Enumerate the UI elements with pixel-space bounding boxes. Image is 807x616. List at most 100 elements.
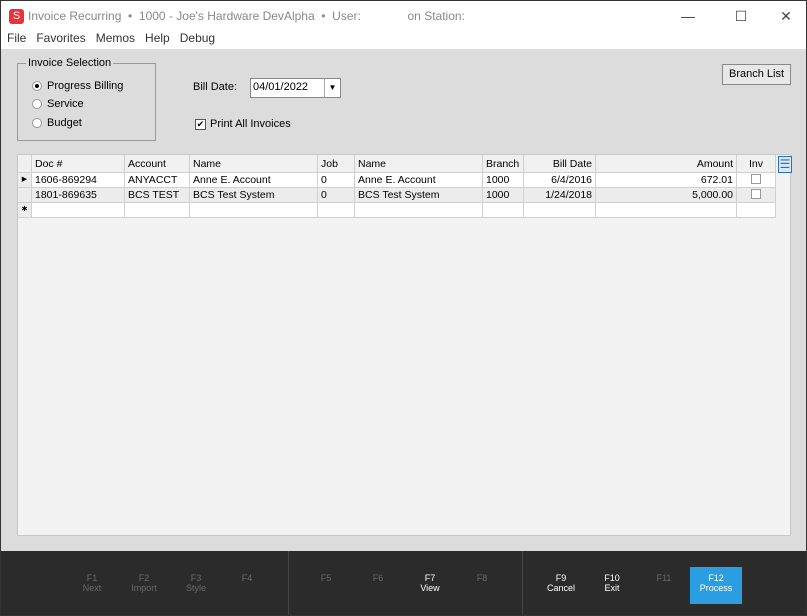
branch-list-button[interactable]: Branch List: [722, 64, 791, 85]
col-inv[interactable]: Inv: [737, 155, 776, 173]
cell-job: 0: [318, 173, 355, 188]
table-row[interactable]: ▶ 1606-869294 ANYACCT Anne E. Account 0 …: [18, 173, 776, 188]
f5-button[interactable]: F5: [300, 573, 352, 583]
fkey-text: F5: [320, 573, 332, 583]
col-job[interactable]: Job: [318, 155, 355, 173]
col-account[interactable]: Account: [125, 155, 190, 173]
maximize-button[interactable]: ☐: [728, 5, 754, 27]
col-job-name[interactable]: Name: [355, 155, 483, 173]
fkey-text: Next: [82, 583, 102, 593]
f3-style-button[interactable]: F3 Style: [170, 573, 222, 593]
radio-icon: [32, 99, 42, 109]
grid-column-menu-icon[interactable]: ☰: [778, 156, 792, 173]
f10-exit-button[interactable]: F10 Exit: [586, 573, 638, 593]
fkey-text: Process: [699, 583, 733, 593]
cell-job: 0: [318, 188, 355, 203]
cell-amount: 672.01: [596, 173, 737, 188]
f9-cancel-button[interactable]: F9 Cancel: [535, 573, 587, 593]
new-row-icon: ✱: [18, 203, 32, 218]
radio-service[interactable]: Service: [32, 98, 84, 110]
table-row[interactable]: 1801-869635 BCS TEST BCS Test System 0 B…: [18, 188, 776, 203]
f7-view-button[interactable]: F7 View: [404, 573, 456, 593]
print-all-invoices-checkbox[interactable]: ✔ Print All Invoices: [195, 118, 291, 130]
cell-doc: 1606-869294: [32, 173, 125, 188]
radio-icon: [32, 118, 42, 128]
f2-import-button[interactable]: F2 Import: [118, 573, 170, 593]
f4-button[interactable]: F4: [221, 573, 273, 583]
cell-name: Anne E. Account: [190, 173, 318, 188]
fkey-text: Cancel: [546, 583, 575, 593]
bill-date-label: Bill Date:: [193, 81, 238, 93]
cell-bill-date: 6/4/2016: [524, 173, 596, 188]
cell-inv: [737, 173, 776, 188]
fkey-text: Exit: [604, 583, 620, 593]
cell-bill-date: 1/24/2018: [524, 188, 596, 203]
f8-button[interactable]: F8: [456, 573, 508, 583]
bill-date-value: 04/01/2022: [253, 81, 309, 93]
radio-progress-billing[interactable]: Progress Billing: [32, 80, 123, 92]
fkey-text: F6: [372, 573, 384, 583]
cell-amount: 5,000.00: [596, 188, 737, 203]
bill-date-input[interactable]: 04/01/2022 ▼: [250, 78, 341, 98]
inv-checkbox[interactable]: [751, 174, 761, 184]
fkey-text: F4: [241, 573, 253, 583]
group-title: Invoice Selection: [26, 57, 114, 69]
checkbox-checked-icon: ✔: [195, 118, 206, 130]
menu-bar: File Favorites Memos Help Debug: [1, 31, 806, 49]
window-title: Invoice Recurring • 1000 - Joe's Hardwar…: [28, 9, 465, 23]
cell-name: BCS Test System: [190, 188, 318, 203]
col-amount[interactable]: Amount: [596, 155, 737, 173]
row-header: [18, 188, 32, 203]
menu-memos[interactable]: Memos: [96, 31, 135, 49]
function-key-bar: F1 Next F2 Import F3 Style F4 F5 F6 F7 View …: [1, 551, 806, 615]
new-row[interactable]: ✱: [18, 203, 776, 218]
menu-help[interactable]: Help: [145, 31, 170, 49]
main-panel: Invoice Selection Progress Billing Servi…: [1, 49, 806, 551]
fkey-text: F10: [604, 573, 620, 583]
cell-branch: 1000: [483, 188, 524, 203]
menu-file[interactable]: File: [7, 31, 26, 49]
col-branch[interactable]: Branch: [483, 155, 524, 173]
radio-label: Service: [47, 98, 84, 110]
fkey-text: View: [420, 583, 440, 593]
cell-branch: 1000: [483, 173, 524, 188]
f6-button[interactable]: F6: [352, 573, 404, 583]
col-name[interactable]: Name: [190, 155, 318, 173]
fkey-text: F11: [656, 573, 672, 583]
fkey-text: Import: [131, 583, 157, 593]
fkey-text: F3: [190, 573, 202, 583]
close-button[interactable]: ✕: [773, 5, 799, 27]
checkbox-label: Print All Invoices: [210, 118, 291, 130]
radio-label: Budget: [47, 117, 82, 129]
fkey-text: F7: [424, 573, 436, 583]
cell-job-name: BCS Test System: [355, 188, 483, 203]
menu-debug[interactable]: Debug: [180, 31, 215, 49]
invoice-selection-group: Invoice Selection Progress Billing Servi…: [17, 57, 156, 141]
app-window: S Invoice Recurring • 1000 - Joe's Hardw…: [0, 0, 807, 616]
cell-account: ANYACCT: [125, 173, 190, 188]
radio-icon: [32, 81, 42, 91]
grid-header: Doc # Account Name Job Name Branch Bill …: [18, 155, 776, 173]
f12-process-button[interactable]: F12 Process: [690, 567, 742, 604]
fkey-text: F2: [138, 573, 150, 583]
invoice-grid: Doc # Account Name Job Name Branch Bill …: [17, 154, 791, 536]
fkey-text: Style: [185, 583, 206, 593]
col-doc[interactable]: Doc #: [32, 155, 125, 173]
fkey-text: F9: [555, 573, 567, 583]
fkey-text: F12: [708, 573, 724, 583]
f11-button[interactable]: F11: [638, 573, 690, 583]
cell-doc: 1801-869635: [32, 188, 125, 203]
col-bill-date[interactable]: Bill Date: [524, 155, 596, 173]
title-bar: S Invoice Recurring • 1000 - Joe's Hardw…: [1, 1, 806, 31]
inv-checkbox[interactable]: [751, 189, 761, 199]
row-header-corner: [18, 155, 32, 173]
f1-next-button[interactable]: F1 Next: [66, 573, 118, 593]
radio-label: Progress Billing: [47, 80, 124, 92]
minimize-button[interactable]: —: [675, 5, 701, 27]
current-row-icon: ▶: [18, 173, 32, 188]
menu-favorites[interactable]: Favorites: [36, 31, 85, 49]
radio-budget[interactable]: Budget: [32, 117, 82, 129]
chevron-down-icon[interactable]: ▼: [324, 79, 340, 97]
app-logo-icon: S: [9, 9, 24, 24]
cell-inv: [737, 188, 776, 203]
